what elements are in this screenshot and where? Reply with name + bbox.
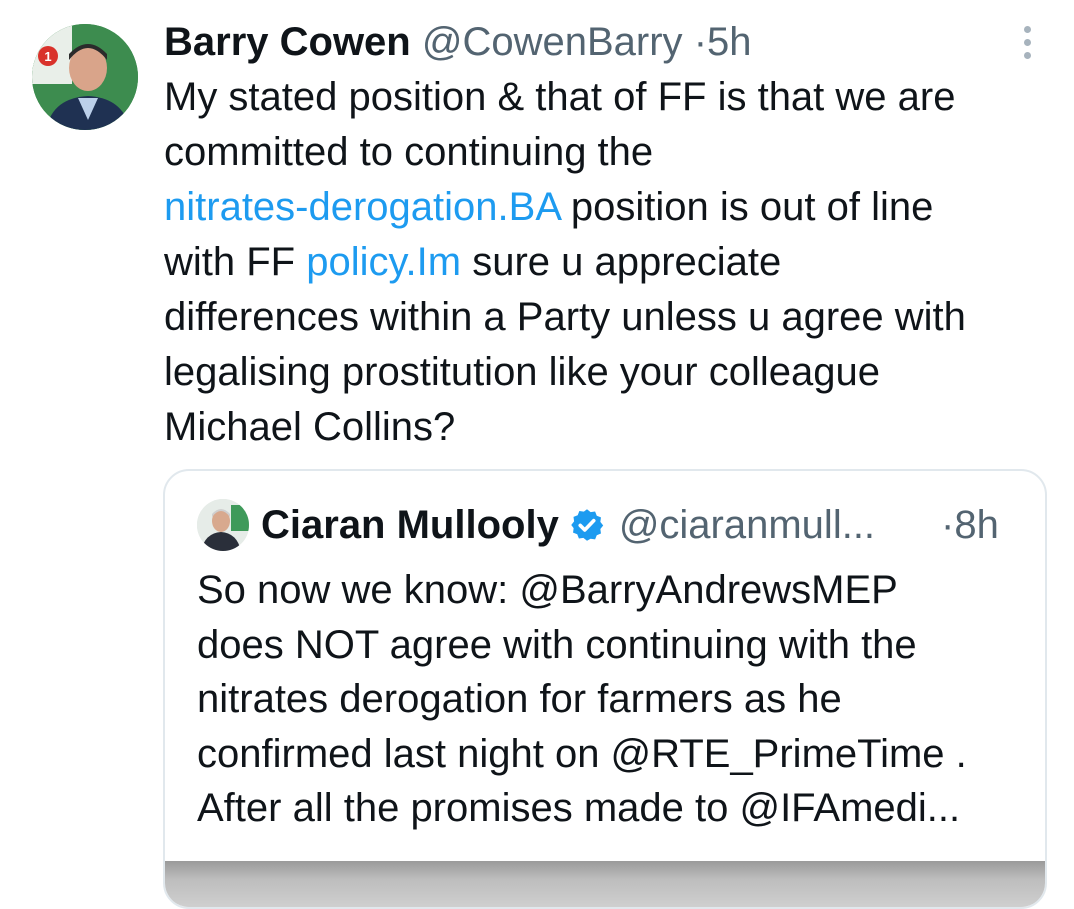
quoted-tweet-time-group: ·8h	[941, 497, 999, 553]
tweet-text-segment: Michael Collins?	[164, 405, 456, 449]
tweet-link[interactable]: policy.Im	[306, 240, 461, 284]
profile-photo-icon	[197, 499, 249, 551]
quoted-author-handle[interactable]: @ciaranmull...	[619, 497, 899, 553]
author-name[interactable]: Barry Cowen	[164, 20, 411, 64]
quoted-tweet-header: Ciaran Mullooly @ciaranmull...	[261, 497, 899, 553]
tweet-text-line: with FF policy.Im sure u appreciate	[164, 235, 1064, 290]
quoted-tweet-text-line: So now we know: @BarryAndrewsMEP	[197, 568, 898, 612]
quoted-tweet-text-line: After all the promises made to @IFAmedi.…	[197, 786, 961, 830]
tweet-text-line: nitrates-derogation.BA position is out o…	[164, 180, 1064, 235]
tweet-text-line: differences within a Party unless u agre…	[164, 290, 1064, 345]
quoted-tweet-text-line: confirmed last night on @RTE_PrimeTime .	[197, 731, 967, 776]
tweet-header: Barry Cowen @CowenBarry ·5h	[164, 16, 752, 68]
tweet-text-segment: legalising prostitution like your collea…	[164, 350, 880, 394]
tweet-link[interactable]: nitrates-derogation.BA	[164, 185, 560, 229]
tweet-text-segment: with FF	[164, 240, 307, 284]
quoted-tweet-text-line: nitrates derogation for farmers as he	[197, 677, 842, 721]
svg-text:1: 1	[44, 49, 51, 64]
author-handle[interactable]: @CowenBarry	[422, 20, 683, 64]
verified-badge-icon	[571, 509, 604, 541]
profile-photo-icon: 1	[32, 24, 138, 130]
quoted-tweet-text: So now we know: @BarryAndrewsMEP does NOT…	[197, 563, 1037, 836]
separator: ·	[941, 503, 955, 547]
quoted-tweet-time[interactable]: 8h	[954, 503, 999, 547]
tweet-text-line: Michael Collins?	[164, 400, 1064, 455]
more-options-icon[interactable]	[1012, 22, 1042, 62]
quoted-tweet-text-line: does NOT agree with continuing with the	[197, 622, 917, 667]
quoted-tweet[interactable]: Ciaran Mullooly @ciaranmull... ·8h So no…	[163, 469, 1047, 909]
tweet-text-line: legalising prostitution like your collea…	[164, 345, 1064, 400]
tweet-text-line: committed to continuing the	[164, 125, 1064, 180]
tweet-text-segment: My stated position & that of FF is that …	[164, 75, 956, 119]
tweet-text-segment: sure u appreciate	[461, 240, 782, 284]
tweet-text-segment: differences within a Party unless u agre…	[164, 295, 966, 339]
tweet-text-segment: position is out of line	[559, 185, 934, 229]
tweet-time[interactable]: 5h	[707, 20, 752, 64]
author-avatar[interactable]: 1	[32, 24, 138, 130]
quoted-author-avatar[interactable]	[197, 499, 249, 551]
tweet-text-segment: committed to continuing the	[164, 130, 654, 174]
separator: ·	[693, 20, 708, 64]
tweet-text-line: My stated position & that of FF is that …	[164, 70, 1064, 125]
quoted-tweet-media[interactable]	[165, 861, 1045, 907]
tweet-text: My stated position & that of FF is that …	[164, 70, 1064, 455]
quoted-author-name[interactable]: Ciaran Mullooly	[261, 497, 559, 553]
